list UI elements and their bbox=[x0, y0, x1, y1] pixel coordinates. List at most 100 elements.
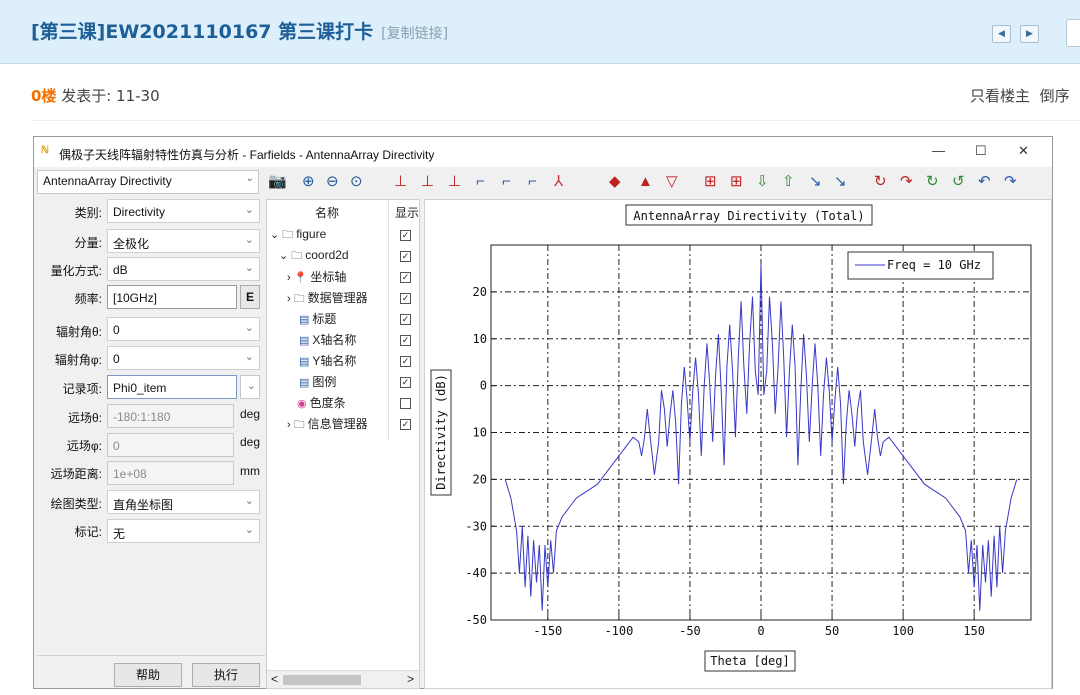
tree-checkbox[interactable]: ✓ bbox=[400, 419, 411, 430]
red-grid-2-icon[interactable]: ⊞ bbox=[730, 173, 743, 191]
tree-checkbox[interactable]: ✓ bbox=[400, 335, 411, 346]
next-thread-button[interactable]: ▶ bbox=[1020, 25, 1039, 43]
export-up-icon[interactable]: ⇧ bbox=[782, 173, 795, 191]
rotate-6-icon[interactable]: ↺ bbox=[952, 173, 965, 191]
tree-checkbox[interactable]: ✓ bbox=[400, 230, 411, 241]
header-box[interactable] bbox=[1066, 19, 1080, 47]
close-button[interactable]: ✕ bbox=[1018, 143, 1029, 159]
folder-icon: 🗀 bbox=[291, 250, 303, 262]
scroll-left-arrow[interactable]: < bbox=[271, 672, 278, 686]
legend-label: Freq = 10 GHz bbox=[887, 258, 981, 272]
directivity-chart[interactable]: AntennaArray Directivity (Total) -150 -10… bbox=[425, 200, 1051, 688]
category-select[interactable]: Directivity ⌄ bbox=[107, 199, 260, 223]
x-tick-label: 150 bbox=[963, 624, 985, 638]
scroll-thumb[interactable] bbox=[283, 675, 361, 685]
record-dropdown-button[interactable]: ⌄ bbox=[240, 375, 260, 399]
tree-row-xlabel[interactable]: ▤ X轴名称 ✓ bbox=[267, 331, 419, 352]
minimize-button[interactable]: — bbox=[932, 143, 945, 158]
rotate-1-icon[interactable]: ↘ bbox=[809, 173, 822, 191]
reverse-order-link[interactable]: 倒序 bbox=[1040, 87, 1070, 105]
plot-type-select[interactable]: 直角坐标图 ⌄ bbox=[107, 490, 260, 514]
tree-checkbox[interactable]: ✓ bbox=[400, 314, 411, 325]
axis-z-icon[interactable]: ⊥ bbox=[421, 173, 434, 191]
tree-checkbox[interactable]: ✓ bbox=[400, 356, 411, 367]
result-select[interactable]: AntennaArray Directivity ⌄ bbox=[37, 170, 259, 194]
view-z-icon[interactable]: ⌐ bbox=[502, 173, 511, 191]
rotate-4-icon[interactable]: ↷ bbox=[900, 173, 913, 191]
tree-hscrollbar[interactable]: < > bbox=[267, 670, 419, 688]
tree-row-ylabel[interactable]: ▤ Y轴名称 ✓ bbox=[267, 352, 419, 373]
zoom-reset-icon[interactable]: ⊙ bbox=[350, 173, 363, 191]
axis-y-icon[interactable]: ⊥ bbox=[448, 173, 461, 191]
red-grid-icon[interactable]: ⊞ bbox=[704, 173, 717, 191]
rotate-8-icon[interactable]: ↷ bbox=[1004, 173, 1017, 191]
y-tick-label: -30 bbox=[465, 519, 487, 533]
tree-checkbox[interactable]: ✓ bbox=[400, 272, 411, 283]
quant-value: dB bbox=[113, 263, 128, 277]
component-select[interactable]: 全极化 ⌄ bbox=[107, 229, 260, 253]
run-button[interactable]: 执行 bbox=[192, 663, 260, 687]
axis-x-icon[interactable]: ⊥ bbox=[394, 173, 407, 191]
phi-select[interactable]: 0 ⌄ bbox=[107, 346, 260, 370]
tree-row-coord2d[interactable]: ⌄ 🗀 coord2d ✓ bbox=[267, 247, 419, 268]
arrow-up-icon[interactable]: ▲ bbox=[638, 173, 653, 191]
arrow-down-icon[interactable]: ▽ bbox=[666, 173, 678, 191]
tree-row-data-manager[interactable]: › 🗀 数据管理器 ✓ bbox=[267, 289, 419, 310]
freq-edit-button[interactable]: E bbox=[240, 285, 260, 309]
tree-row-colorbar[interactable]: ◉ 色度条 bbox=[267, 394, 419, 415]
prev-thread-button[interactable]: ◀ bbox=[992, 25, 1011, 43]
tree-checkbox[interactable]: ✓ bbox=[400, 251, 411, 262]
thread-title: [第三课]EW2021110167 第三课打卡 [复制链接] bbox=[31, 17, 448, 44]
plot-type-label: 绘图类型: bbox=[50, 497, 102, 511]
thread-title-text: [第三课]EW2021110167 第三课打卡 bbox=[31, 21, 374, 43]
plot-type-value: 直角坐标图 bbox=[113, 498, 174, 512]
zoom-out-icon[interactable]: ⊖ bbox=[326, 173, 339, 191]
chevron-right-icon: › bbox=[287, 272, 291, 284]
theta-select[interactable]: 0 ⌄ bbox=[107, 317, 260, 341]
marker-select[interactable]: 无 ⌄ bbox=[107, 519, 260, 543]
marker-value: 无 bbox=[113, 527, 126, 541]
help-button[interactable]: 帮助 bbox=[114, 663, 182, 687]
camera-icon[interactable]: 📷 bbox=[268, 173, 287, 191]
copy-link[interactable]: [复制链接] bbox=[381, 26, 448, 42]
axes-3d-icon[interactable]: ⅄ bbox=[554, 173, 563, 191]
tree-checkbox[interactable] bbox=[400, 398, 411, 409]
scroll-right-arrow[interactable]: > bbox=[407, 672, 414, 686]
arrow-up-down-icon[interactable]: ◆ bbox=[609, 173, 621, 191]
export-down-icon[interactable]: ⇩ bbox=[756, 173, 769, 191]
view-x-icon[interactable]: ⌐ bbox=[476, 173, 485, 191]
tree-row-legend[interactable]: ▤ 图例 ✓ bbox=[267, 373, 419, 394]
record-select[interactable]: Phi0_item bbox=[107, 375, 237, 399]
tree-checkbox[interactable]: ✓ bbox=[400, 377, 411, 388]
rotate-2-icon[interactable]: ↘ bbox=[834, 173, 847, 191]
rotate-5-icon[interactable]: ↻ bbox=[926, 173, 939, 191]
far-dist-field[interactable]: 1e+08 bbox=[107, 461, 234, 485]
y-axis-label: Directivity (dB) bbox=[434, 374, 448, 490]
rotate-7-icon[interactable]: ↶ bbox=[978, 173, 991, 191]
chevron-down-icon: ⌄ bbox=[244, 322, 254, 334]
tree-row-info-manager[interactable]: › 🗀 信息管理器 ✓ bbox=[267, 415, 419, 436]
tree-row-axis[interactable]: › 📍 坐标轴 ✓ bbox=[267, 268, 419, 289]
result-select-value: AntennaArray Directivity bbox=[43, 174, 172, 188]
view-y-icon[interactable]: ⌐ bbox=[528, 173, 537, 191]
tree-col-name: 名称 bbox=[315, 206, 340, 220]
phi-label: 辐射角φ: bbox=[54, 353, 102, 367]
quant-select[interactable]: dB ⌄ bbox=[107, 257, 260, 281]
tree-checkbox[interactable]: ✓ bbox=[400, 293, 411, 304]
zoom-in-icon[interactable]: ⊕ bbox=[302, 173, 315, 191]
only-op-link[interactable]: 只看楼主 bbox=[970, 87, 1030, 105]
far-theta-field[interactable]: -180:1:180 bbox=[107, 404, 234, 428]
document-icon: ▤ bbox=[299, 377, 310, 389]
tree-row-figure[interactable]: ⌄ 🗀 figure ✓ bbox=[267, 226, 419, 247]
maximize-button[interactable]: ☐ bbox=[975, 143, 987, 159]
tree-row-title[interactable]: ▤ 标题 ✓ bbox=[267, 310, 419, 331]
chevron-down-icon: ⌄ bbox=[244, 524, 254, 536]
tree-label: 数据管理器 bbox=[307, 291, 368, 305]
folder-icon: 🗀 bbox=[293, 419, 305, 431]
far-phi-field[interactable]: 0 bbox=[107, 433, 234, 457]
freq-field[interactable]: [10GHz] bbox=[107, 285, 237, 309]
far-phi-value: 0 bbox=[113, 439, 120, 453]
rotate-3-icon[interactable]: ↻ bbox=[874, 173, 887, 191]
divider bbox=[31, 120, 1080, 121]
chevron-down-icon: ⌄ bbox=[270, 229, 280, 241]
